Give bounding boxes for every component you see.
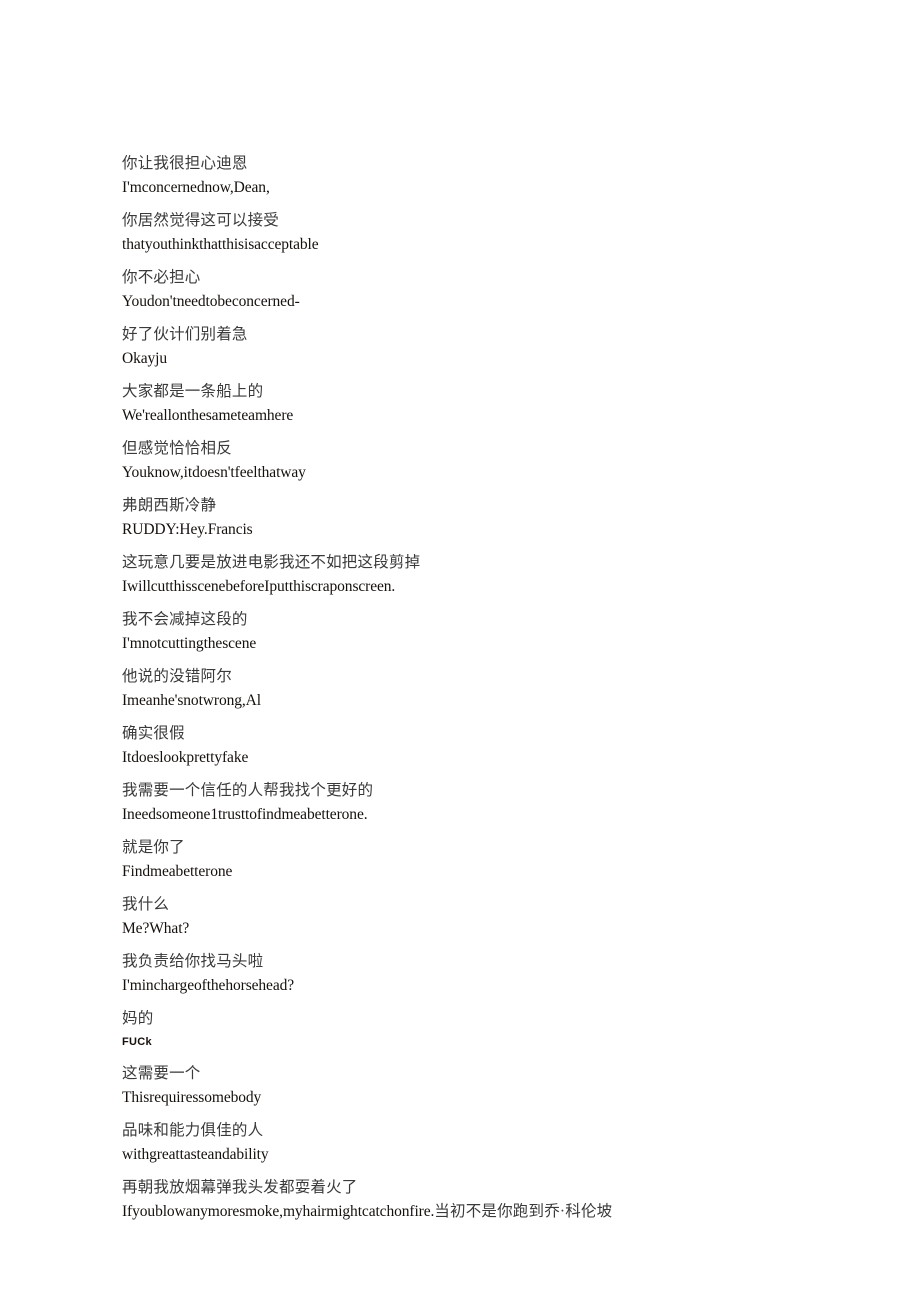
subtitle-line-zh: 确实很假 xyxy=(122,725,185,742)
subtitle-line-en: thatyouthinkthatthisisacceptable xyxy=(122,236,319,253)
subtitle-block: 这玩意几要是放进电影我还不如把这段剪掉 Iwillcutthisscenebef… xyxy=(122,551,822,599)
subtitle-line-zh: 再朝我放烟幕弹我头发都耍着火了 xyxy=(122,1179,358,1196)
subtitle-block: 我负责给你找马头啦 I'minchargeofthehorsehead? xyxy=(122,950,822,998)
subtitle-line-en: I'mconcernednow,Dean, xyxy=(122,179,270,196)
subtitle-line-zh: 你不必担心 xyxy=(122,269,201,286)
subtitle-line-zh: 就是你了 xyxy=(122,839,185,856)
subtitle-line-en: I'minchargeofthehorsehead? xyxy=(122,977,295,994)
subtitle-line-zh: 妈的 xyxy=(122,1010,154,1027)
subtitle-line-zh: 品味和能力俱佳的人 xyxy=(122,1122,264,1139)
subtitle-line-en: withgreattasteandability xyxy=(122,1146,269,1163)
subtitle-line-en: Me?What? xyxy=(122,920,190,937)
subtitle-block: 你不必担心 Youdon'tneedtobeconcerned- xyxy=(122,266,822,314)
subtitle-line-zh: 弗朗西斯冷静 xyxy=(122,497,217,514)
subtitle-line-zh: 我需要一个信任的人帮我找个更好的 xyxy=(122,782,374,799)
subtitle-block: 他说的没错阿尔 Imeanhe'snotwrong,Al xyxy=(122,665,822,713)
subtitle-block: 大家都是一条船上的 We'reallonthesameteamhere xyxy=(122,380,822,428)
subtitle-line-en: RUDDY:Hey.Francis xyxy=(122,521,253,538)
subtitle-line-zh: 这玩意几要是放进电影我还不如把这段剪掉 xyxy=(122,554,421,571)
subtitle-block: 你让我很担心迪恩 I'mconcernednow,Dean, xyxy=(122,152,822,200)
subtitle-line-en: Okayju xyxy=(122,350,168,367)
subtitle-line-zh: 我负责给你找马头啦 xyxy=(122,953,264,970)
subtitle-block: 再朝我放烟幕弹我头发都耍着火了 Ifyoublowanymoresmoke,my… xyxy=(122,1176,822,1224)
subtitle-block: 确实很假 Itdoeslookprettyfake xyxy=(122,722,822,770)
subtitle-line-en: I'mnotcuttingthescene xyxy=(122,635,257,652)
subtitle-run-zh-continuation: 乔·科伦坡 xyxy=(544,1203,613,1220)
subtitle-block: 就是你了 Findmeabetterone xyxy=(122,836,822,884)
subtitle-line-en: Thisrequiressomebody xyxy=(122,1089,262,1106)
subtitle-block: 这需要一个 Thisrequiressomebody xyxy=(122,1062,822,1110)
subtitle-line-zh: 我不会减掉这段的 xyxy=(122,611,248,628)
subtitle-block: 但感觉恰恰相反 Youknow,itdoesn'tfeelthatway xyxy=(122,437,822,485)
subtitle-line-en: We'reallonthesameteamhere xyxy=(122,407,294,424)
subtitle-block: 我需要一个信任的人帮我找个更好的 Ineedsomeone1trusttofin… xyxy=(122,779,822,827)
subtitle-line-en: IwillcutthisscenebeforeIputthiscraponscr… xyxy=(122,578,396,595)
subtitle-block: 好了伙计们别着急 Okayju xyxy=(122,323,822,371)
subtitle-line-zh: 好了伙计们别着急 xyxy=(122,326,248,343)
subtitle-line-en: Youdon'tneedtobeconcerned- xyxy=(122,293,300,310)
document-page: 你让我很担心迪恩 I'mconcernednow,Dean, 你居然觉得这可以接… xyxy=(0,0,920,1301)
subtitle-line-en: Itdoeslookprettyfake xyxy=(122,749,249,766)
subtitle-line-zh: 大家都是一条船上的 xyxy=(122,383,264,400)
subtitle-transcript-body: 你让我很担心迪恩 I'mconcernednow,Dean, 你居然觉得这可以接… xyxy=(122,152,822,1224)
subtitle-run-en: Ifyoublowanymoresmoke,myhairmightcatchon… xyxy=(122,1203,435,1220)
subtitle-block: 我什么 Me?What? xyxy=(122,893,822,941)
subtitle-line-zh: 我什么 xyxy=(122,896,170,913)
subtitle-line-en-caption: FUCk xyxy=(122,1036,152,1048)
subtitle-block: 弗朗西斯冷静 RUDDY:Hey.Francis xyxy=(122,494,822,542)
subtitle-line-zh: 他说的没错阿尔 xyxy=(122,668,232,685)
subtitle-block: 妈的 FUCk xyxy=(122,1007,822,1053)
subtitle-block: 你居然觉得这可以接受 thatyouthinkthatthisisaccepta… xyxy=(122,209,822,257)
subtitle-line-zh: 这需要一个 xyxy=(122,1065,201,1082)
subtitle-block: 我不会减掉这段的 I'mnotcuttingthescene xyxy=(122,608,822,656)
subtitle-block: 品味和能力俱佳的人 withgreattasteandability xyxy=(122,1119,822,1167)
subtitle-line-en: Findmeabetterone xyxy=(122,863,233,880)
subtitle-line-en: Ineedsomeone1trusttofindmeabetterone. xyxy=(122,806,368,823)
subtitle-run-zh-trailing: 当初不是你跑到 xyxy=(434,1203,545,1220)
subtitle-line-zh: 你让我很担心迪恩 xyxy=(122,155,248,172)
subtitle-line-en: Youknow,itdoesn'tfeelthatway xyxy=(122,464,306,481)
subtitle-line-zh: 但感觉恰恰相反 xyxy=(122,440,232,457)
subtitle-line-en: Imeanhe'snotwrong,Al xyxy=(122,692,261,709)
subtitle-line-zh: 你居然觉得这可以接受 xyxy=(122,212,280,229)
subtitle-line-mixed: Ifyoublowanymoresmoke,myhairmightcatchon… xyxy=(122,1200,822,1224)
